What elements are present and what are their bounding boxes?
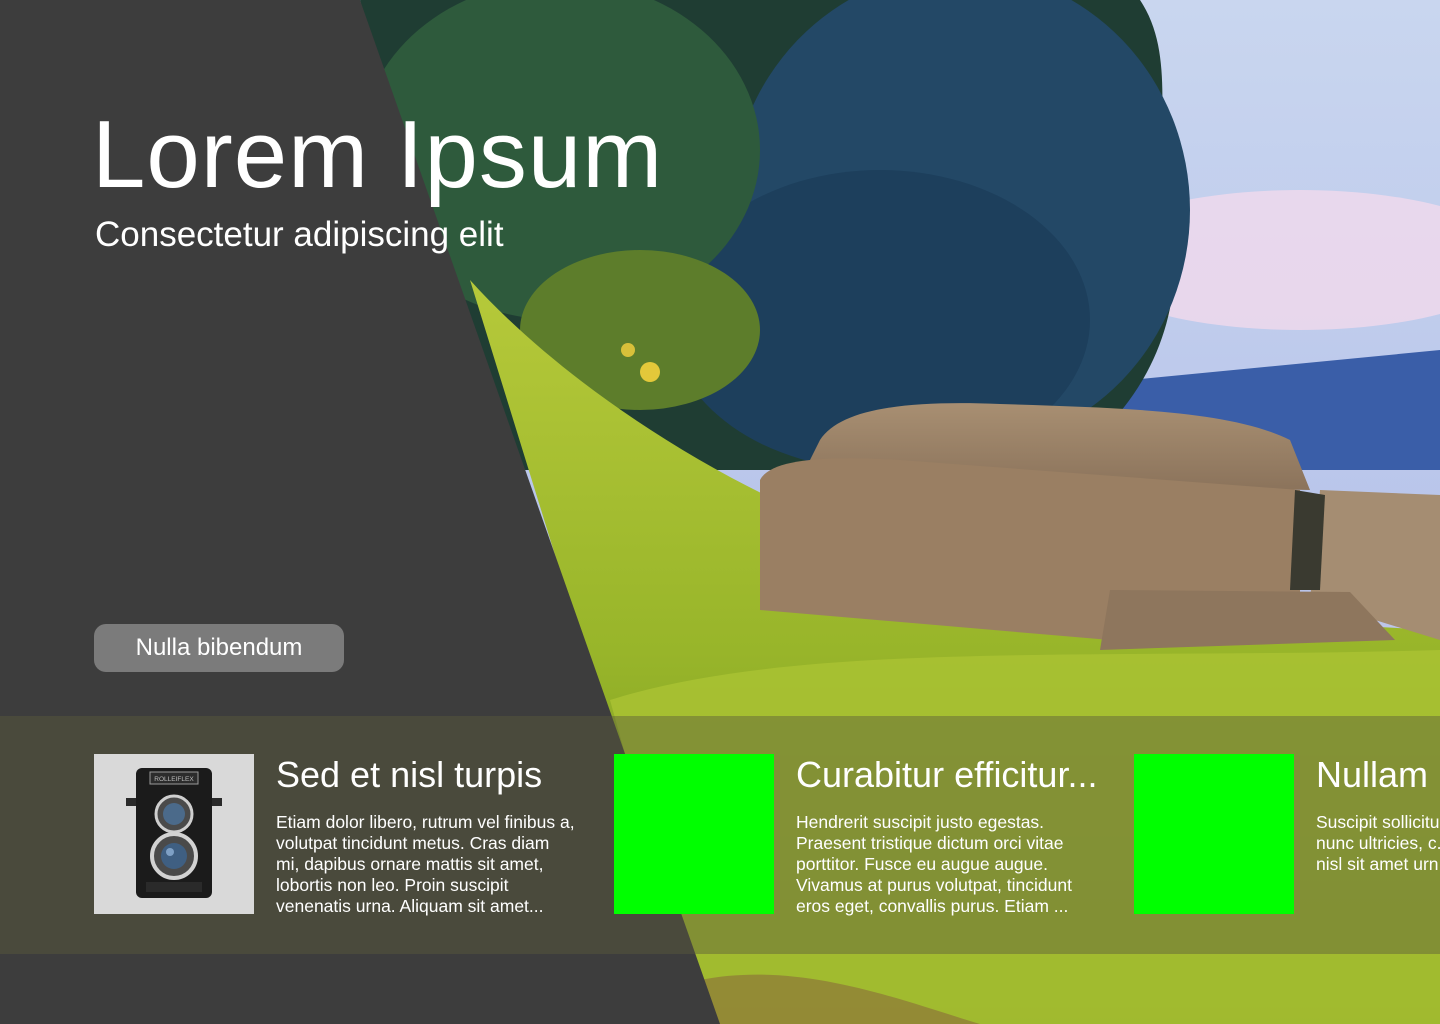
card-description: Etiam dolor libero, rutrum vel finibus a… (276, 812, 575, 916)
card[interactable]: Nullam Suscipit sollicitu... posuere dic… (1134, 754, 1440, 924)
camera-thumbnail-image: ROLLEIFLEX (94, 754, 254, 914)
card[interactable]: Curabitur efficitur... Hendrerit suscipi… (614, 754, 1114, 924)
nulla-bibendum-button[interactable]: Nulla bibendum (94, 624, 344, 672)
camera-brand-label: ROLLEIFLEX (154, 776, 194, 783)
camera-icon: ROLLEIFLEX (94, 754, 254, 914)
card-title: Curabitur efficitur... (796, 754, 1098, 795)
card-title: Sed et nisl turpis (276, 754, 543, 795)
card-title: Nullam (1316, 754, 1429, 795)
green-placeholder-image (1134, 754, 1294, 914)
page-subtitle: Consectetur adipiscing elit (95, 215, 504, 254)
green-placeholder-image (614, 754, 774, 914)
page-title: Lorem Ipsum (92, 101, 664, 208)
card-description: Hendrerit suscipit justo egestas. Praese… (796, 812, 1072, 916)
hero-section: Lorem Ipsum Consectetur adipiscing elit … (0, 0, 1440, 1024)
card-description: Suscipit sollicitu... posuere dictum... … (1316, 812, 1440, 874)
card[interactable]: ROLLEIFLEX Sed et nisl turpis Etiam dolo… (94, 754, 594, 924)
